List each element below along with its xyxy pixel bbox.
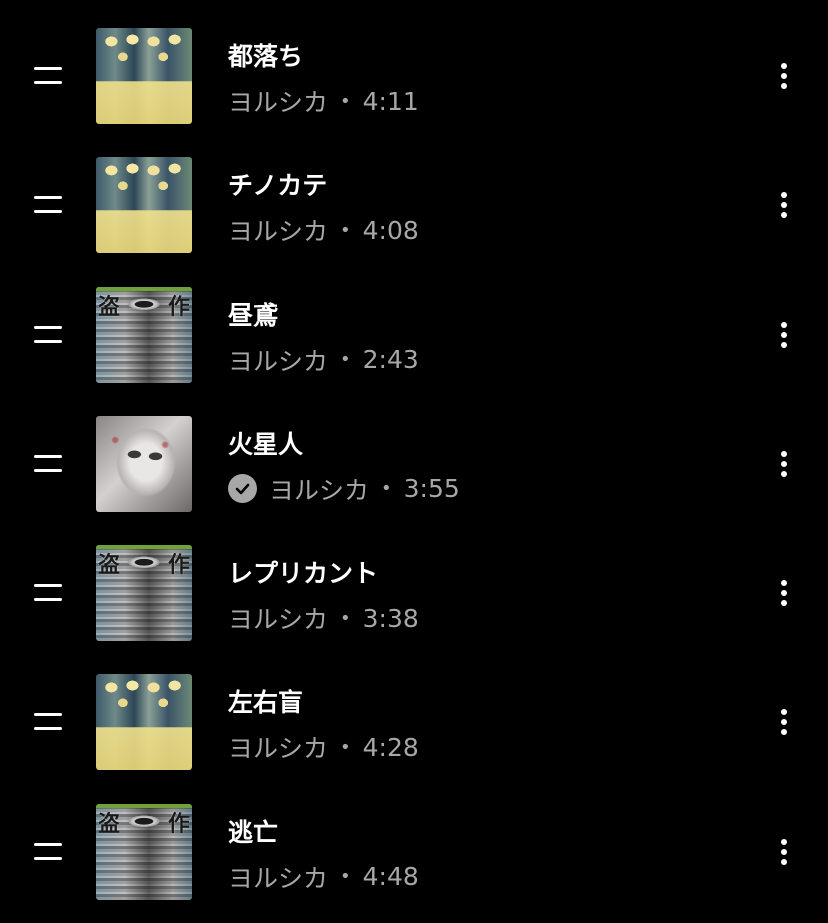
track-duration: 3:55 xyxy=(403,474,460,504)
track-title: チノカテ xyxy=(228,171,328,201)
track-duration: 4:11 xyxy=(362,86,419,116)
more-vertical-icon[interactable] xyxy=(772,576,796,610)
track-artist: ヨルシカ xyxy=(228,88,329,117)
meta-separator: • xyxy=(340,736,351,758)
track-duration: 3:38 xyxy=(362,603,419,633)
meta-separator: • xyxy=(340,90,351,112)
more-vertical-icon[interactable] xyxy=(772,59,796,93)
track-duration: 4:08 xyxy=(362,215,419,245)
track-artist: ヨルシカ xyxy=(228,346,329,376)
track-artist: ヨルシカ xyxy=(228,605,329,635)
art-glyph: 作 xyxy=(167,552,190,579)
track-duration: 4:48 xyxy=(362,862,419,892)
art-glyph: 作 xyxy=(167,810,190,837)
track-meta: ヨルシカ • 4:48 xyxy=(228,859,419,895)
track-title: 逃亡 xyxy=(228,817,279,847)
track-title: 火星人 xyxy=(228,429,304,459)
meta-separator: • xyxy=(340,607,351,629)
pale-face-album-art xyxy=(96,415,192,512)
more-vertical-icon[interactable] xyxy=(772,705,796,739)
more-vertical-icon[interactable] xyxy=(772,447,796,481)
meta-separator: • xyxy=(381,478,392,500)
track-row[interactable]: チノカテ ヨルシカ • 4:08 xyxy=(0,140,828,269)
track-row[interactable]: 都落ち ヨルシカ • 4:11 xyxy=(0,11,828,140)
drag-handle-icon[interactable] xyxy=(34,713,62,731)
meta-separator: • xyxy=(340,349,351,371)
track-row[interactable]: 盗 作 逃亡 ヨルシカ • 4:48 xyxy=(0,787,828,916)
track-meta: ヨルシカ • 4:28 xyxy=(228,729,419,765)
track-meta: ヨルシカ • 3:55 xyxy=(228,471,460,507)
lantern-album-art xyxy=(96,157,192,254)
drag-handle-icon[interactable] xyxy=(34,842,62,861)
track-title: 左右盲 xyxy=(228,688,304,718)
track-artist: ヨルシカ xyxy=(228,863,329,893)
drag-handle-icon[interactable] xyxy=(34,67,62,85)
track-title: 都落ち xyxy=(228,42,304,71)
track-meta: ヨルシカ • 2:43 xyxy=(228,342,419,378)
track-duration: 4:28 xyxy=(362,732,419,762)
art-glyph: 盗 xyxy=(98,552,121,579)
track-row[interactable]: 火星人 ヨルシカ • 3:55 xyxy=(0,399,828,528)
art-glyph: 盗 xyxy=(98,293,121,320)
drag-handle-icon[interactable] xyxy=(34,196,62,214)
art-glyph: 作 xyxy=(167,293,190,320)
drag-handle-icon[interactable] xyxy=(34,454,62,473)
track-row[interactable]: 左右盲 ヨルシカ • 4:28 xyxy=(0,657,828,786)
downloaded-check-icon xyxy=(228,474,257,504)
track-list: 都落ち ヨルシカ • 4:11 チノカテ ヨルシカ • 4:08 盗 作 昼鳶 … xyxy=(0,11,828,916)
more-vertical-icon[interactable] xyxy=(772,835,796,869)
track-meta: ヨルシカ • 4:08 xyxy=(228,212,419,248)
more-vertical-icon[interactable] xyxy=(772,188,796,222)
track-meta: ヨルシカ • 3:38 xyxy=(228,600,419,636)
lantern-album-art xyxy=(96,674,192,771)
track-title: レプリカント xyxy=(228,559,379,589)
meta-separator: • xyxy=(340,219,351,241)
eye-collage-album-art: 盗 作 xyxy=(96,286,192,383)
track-meta: ヨルシカ • 4:11 xyxy=(228,83,419,119)
more-vertical-icon[interactable] xyxy=(772,318,796,352)
drag-handle-icon[interactable] xyxy=(34,325,62,344)
track-title: 昼鳶 xyxy=(228,300,279,330)
track-row[interactable]: 盗 作 昼鳶 ヨルシカ • 2:43 xyxy=(0,270,828,399)
track-duration: 2:43 xyxy=(362,345,419,375)
lantern-album-art xyxy=(96,28,192,124)
art-glyph: 盗 xyxy=(98,810,121,837)
track-artist: ヨルシカ xyxy=(269,475,370,505)
eye-collage-album-art: 盗 作 xyxy=(96,545,192,642)
track-row[interactable]: 盗 作 レプリカント ヨルシカ • 3:38 xyxy=(0,528,828,657)
track-artist: ヨルシカ xyxy=(228,217,329,247)
track-artist: ヨルシカ xyxy=(228,734,329,764)
eye-collage-album-art: 盗 作 xyxy=(96,803,192,900)
meta-separator: • xyxy=(340,866,351,888)
drag-handle-icon[interactable] xyxy=(34,584,62,602)
